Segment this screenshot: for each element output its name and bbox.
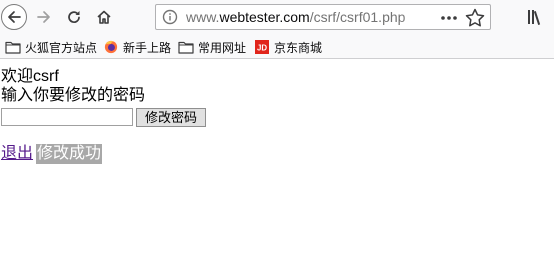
forward-button[interactable]	[33, 6, 55, 28]
bookmarks-toolbar: 火狐官方站点 新手上路 常用网址 JD 京东商城	[0, 35, 554, 59]
back-button[interactable]	[1, 4, 27, 30]
bookmark-star-icon[interactable]	[465, 8, 485, 27]
bookmark-item-jd-mall[interactable]: JD 京东商城	[254, 38, 322, 56]
jd-badge-text: JD	[257, 44, 267, 53]
logout-link[interactable]: 退出	[1, 144, 33, 164]
reload-button[interactable]	[63, 6, 85, 28]
bookmark-item-common-sites[interactable]: 常用网址	[178, 38, 246, 56]
info-icon[interactable]	[162, 9, 178, 25]
folder-icon	[5, 41, 21, 54]
url-host: webtester.com	[219, 9, 310, 25]
navigation-toolbar: www.webtester.com/csrf/csrf01.php	[0, 0, 554, 35]
bookmark-label: 新手上路	[123, 40, 172, 55]
jd-icon: JD	[255, 40, 269, 54]
url-text[interactable]: www.webtester.com/csrf/csrf01.php	[186, 9, 426, 26]
home-button[interactable]	[93, 6, 115, 28]
bookmark-label: 火狐官方站点	[25, 40, 98, 55]
url-fade	[401, 7, 429, 27]
bookmark-label: 常用网址	[198, 40, 247, 55]
reload-icon	[68, 11, 80, 23]
home-icon	[97, 10, 111, 24]
new-password-input[interactable]	[1, 108, 133, 126]
welcome-text: 欢迎csrf	[1, 68, 59, 85]
success-message: 修改成功	[36, 144, 103, 164]
page-actions-more-icon[interactable]	[438, 10, 460, 26]
change-password-button[interactable]: 修改密码	[136, 108, 206, 127]
password-prompt: 输入你要修改的密码	[1, 87, 146, 104]
url-prefix: www.	[186, 9, 220, 25]
bookmark-item-getting-started[interactable]: 新手上路	[103, 38, 171, 56]
forward-arrow-icon	[37, 11, 50, 23]
bookmark-item-firefox-official[interactable]: 火狐官方站点	[5, 38, 97, 56]
url-path: /csrf/csrf01.php	[309, 9, 406, 25]
address-bar[interactable]: www.webtester.com/csrf/csrf01.php	[155, 4, 491, 30]
back-arrow-icon	[8, 11, 21, 23]
page-content: 欢迎csrf 输入你要修改的密码 修改密码 退出 修改成功	[0, 60, 554, 271]
bookmark-label: 京东商城	[274, 40, 323, 55]
firefox-icon	[104, 40, 118, 54]
folder-icon	[178, 41, 194, 54]
library-icon[interactable]	[526, 7, 546, 27]
